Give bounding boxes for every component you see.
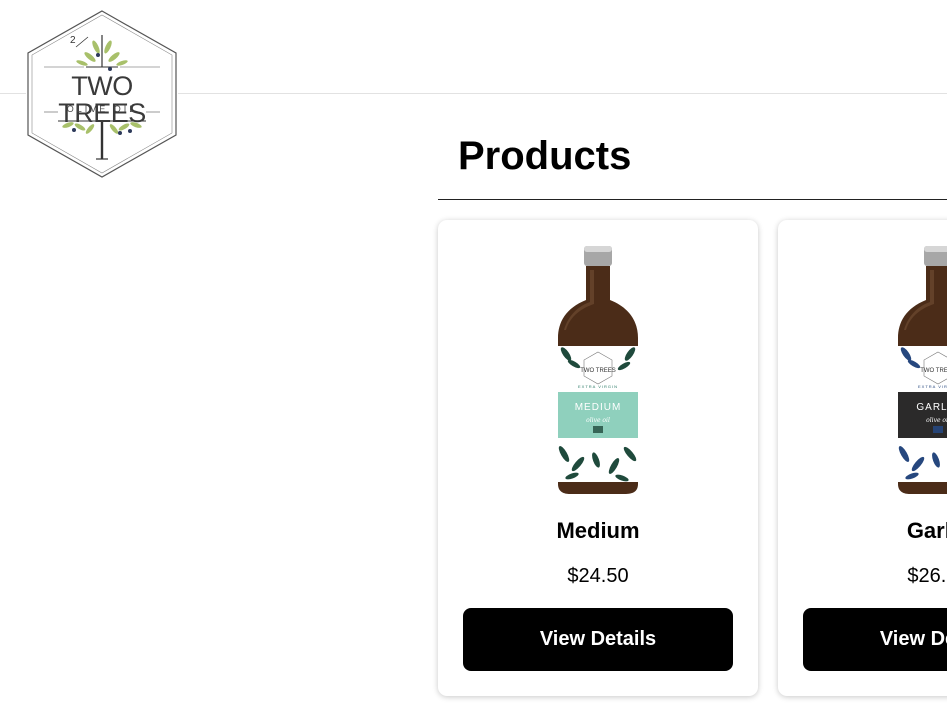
logo-mark: 2 (70, 35, 76, 46)
svg-text:olive oil: olive oil (926, 417, 947, 424)
product-name: Garlic (906, 518, 947, 543)
product-price: $26.50 (907, 565, 947, 587)
svg-text:TWO TREES: TWO TREES (580, 368, 616, 374)
view-details-button[interactable]: View Details (463, 608, 733, 671)
svg-text:EXTRA VIRGIN: EXTRA VIRGIN (578, 384, 618, 389)
brand-logo[interactable]: 2 TWO TREES OLIVE OIL (26, 9, 178, 179)
svg-text:TWO TREES: TWO TREES (920, 368, 947, 374)
view-details-button[interactable]: View Details (803, 608, 947, 671)
svg-text:EXTRA VIRGIN: EXTRA VIRGIN (918, 384, 947, 389)
page: 2 TWO TREES OLIVE OIL Products TWO TREES… (0, 0, 947, 718)
product-price: $24.50 (567, 565, 629, 587)
svg-text:olive oil: olive oil (586, 417, 610, 424)
logo-subtitle: OLIVE OIL (66, 104, 138, 114)
product-card: TWO TREES EXTRA VIRGIN MEDIUM olive oil (438, 220, 758, 696)
product-name: Medium (556, 518, 640, 543)
bottle-icon: TWO TREES EXTRA VIRGIN MEDIUM olive oil (558, 246, 638, 494)
product-image[interactable]: TWO TREES EXTRA VIRGIN GARLIC olive oil (888, 242, 947, 498)
svg-text:GARLIC: GARLIC (916, 402, 947, 413)
page-title: Products (458, 134, 632, 178)
bottle-icon: TWO TREES EXTRA VIRGIN GARLIC olive oil (898, 246, 947, 494)
title-divider (438, 199, 947, 200)
product-card: TWO TREES EXTRA VIRGIN GARLIC olive oil (778, 220, 947, 696)
logo-title: TWO TREES (58, 71, 146, 128)
product-image[interactable]: TWO TREES EXTRA VIRGIN MEDIUM olive oil (548, 242, 648, 498)
svg-text:MEDIUM: MEDIUM (575, 402, 622, 413)
